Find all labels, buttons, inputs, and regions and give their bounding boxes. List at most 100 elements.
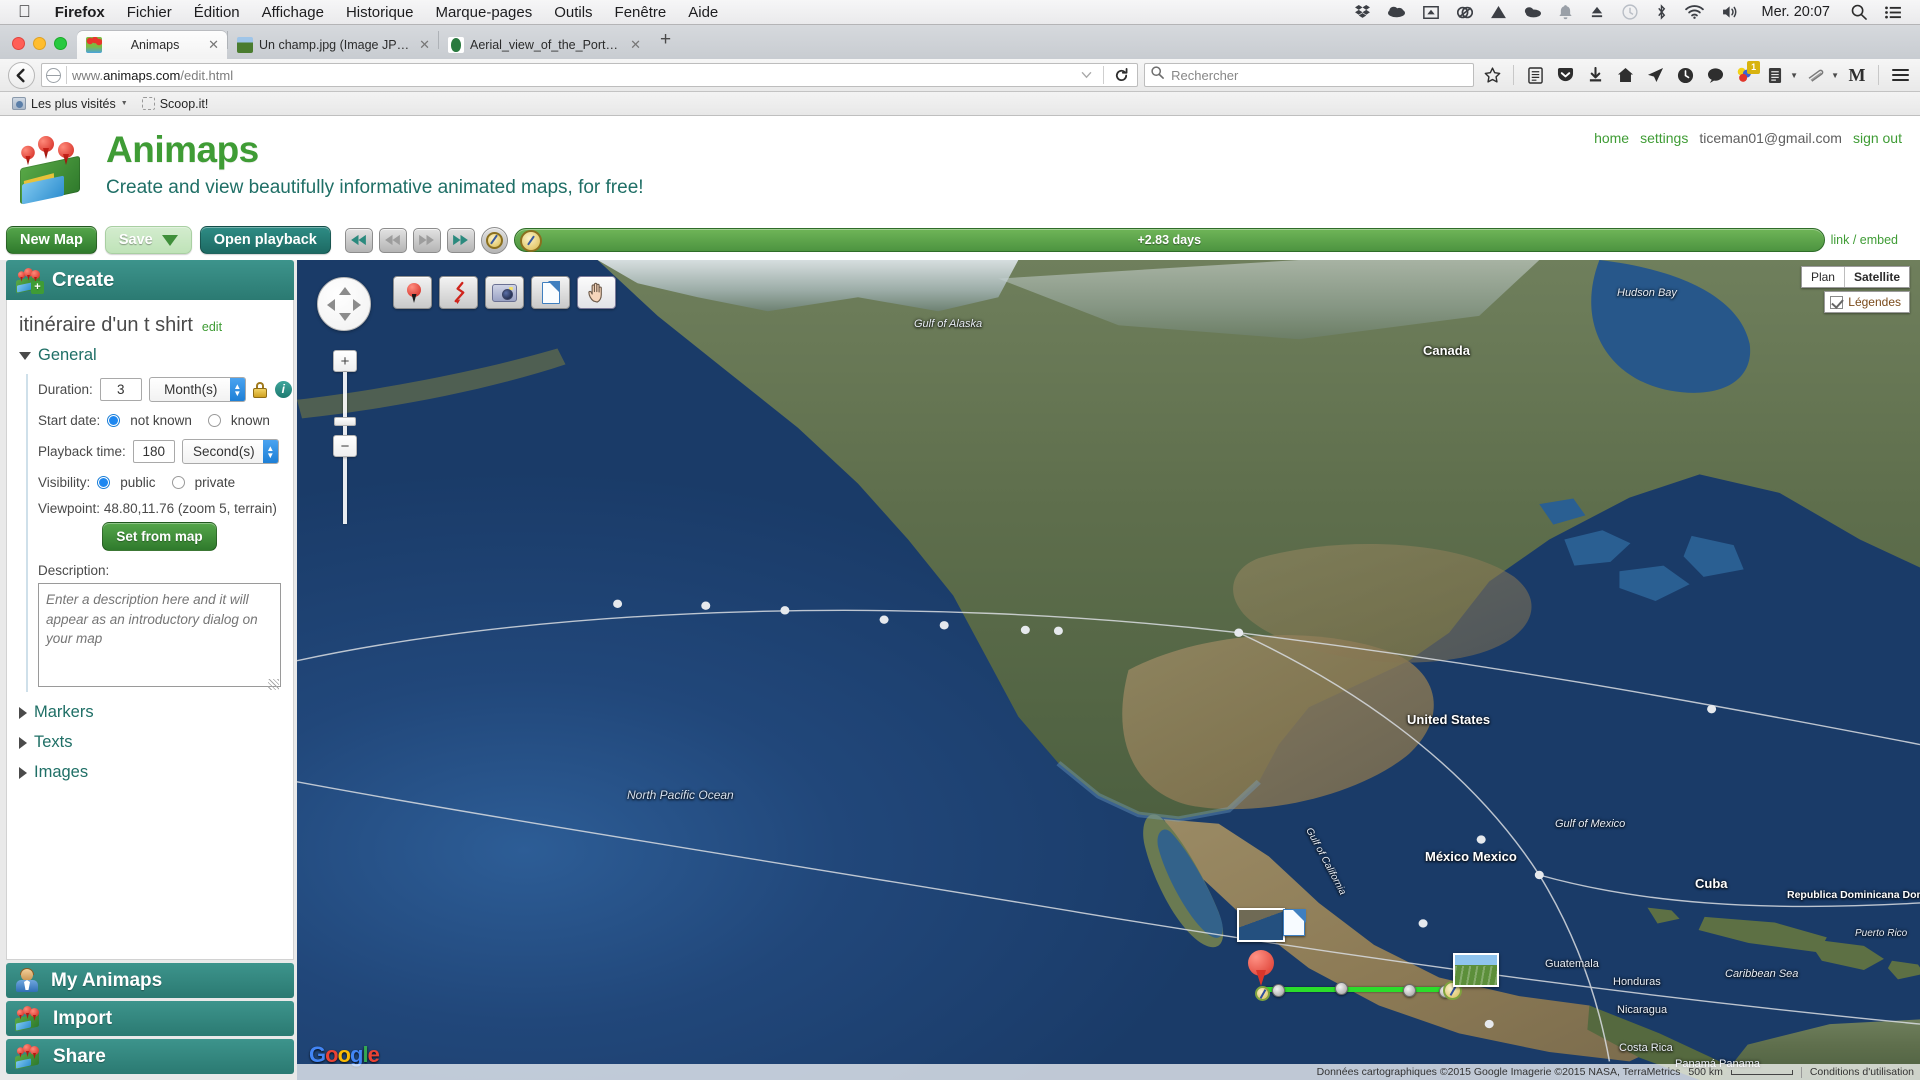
menu-outils[interactable]: Outils	[543, 4, 603, 21]
dropbox-icon[interactable]	[1346, 5, 1379, 19]
section-texts-toggle[interactable]: Texts	[19, 733, 281, 752]
wifi-icon[interactable]	[1676, 5, 1713, 19]
menu-marque-pages[interactable]: Marque-pages	[424, 4, 543, 21]
new-tab-button[interactable]: +	[649, 29, 682, 55]
playback-time-input[interactable]	[132, 440, 175, 463]
rewind-to-start-button[interactable]	[344, 227, 373, 253]
info-icon[interactable]: i	[274, 381, 292, 398]
map-text-marker-icon[interactable]	[1283, 908, 1306, 936]
pan-left-icon[interactable]	[327, 299, 335, 311]
close-tab-icon[interactable]: ✕	[630, 37, 641, 53]
pan-right-icon[interactable]	[353, 299, 361, 311]
bookmark-star-icon[interactable]	[1480, 63, 1504, 87]
import-button[interactable]: Import	[6, 1001, 294, 1036]
menu-aide[interactable]: Aide	[677, 4, 729, 21]
colorpicker-icon[interactable]: 1	[1733, 61, 1761, 87]
nav-settings-link[interactable]: settings	[1640, 130, 1688, 146]
close-tab-icon[interactable]: ✕	[419, 37, 430, 53]
chat-icon[interactable]	[1703, 63, 1727, 87]
history-icon[interactable]	[1673, 63, 1697, 87]
start-date-not-known-radio[interactable]	[107, 414, 121, 427]
pocket-icon[interactable]	[1553, 63, 1577, 87]
legend-checkbox[interactable]	[1830, 295, 1844, 309]
open-playback-button[interactable]: Open playback	[199, 225, 331, 255]
resize-grip-icon[interactable]	[268, 679, 279, 690]
menu-affichage[interactable]: Affichage	[251, 4, 335, 21]
hamburger-menu-icon[interactable]	[1888, 63, 1912, 87]
add-marker-tool[interactable]	[393, 276, 432, 309]
map-image-thumbnail[interactable]	[1237, 908, 1285, 942]
pan-control[interactable]	[317, 277, 371, 331]
back-button[interactable]	[8, 61, 35, 89]
close-tab-icon[interactable]: ✕	[208, 37, 219, 53]
duration-unit-select[interactable]: Month(s) ▲ ▼	[148, 377, 246, 402]
new-map-button[interactable]: New Map	[6, 225, 97, 255]
close-window-button[interactable]	[12, 37, 25, 50]
pan-up-icon[interactable]	[339, 287, 351, 295]
volume-icon[interactable]	[1713, 5, 1749, 19]
zoom-slider-thumb[interactable]	[334, 417, 356, 426]
notification-center-icon[interactable]	[1876, 5, 1910, 19]
zoom-out-button[interactable]: −	[333, 435, 357, 457]
add-path-tool[interactable]	[439, 276, 478, 309]
bell-icon[interactable]	[1550, 4, 1581, 20]
animaps-logo-icon[interactable]	[14, 136, 88, 205]
nav-sign-out-link[interactable]: sign out	[1853, 130, 1902, 146]
onedrive-icon[interactable]	[1515, 6, 1550, 18]
spotlight-search-icon[interactable]	[1842, 4, 1876, 20]
legend-toggle[interactable]: Légendes	[1824, 291, 1910, 313]
creative-cloud-icon[interactable]	[1448, 6, 1482, 19]
save-button[interactable]: Save	[104, 225, 192, 255]
section-general-toggle[interactable]: General	[19, 346, 281, 365]
route-start-pin-icon[interactable]	[1248, 950, 1274, 986]
zoom-in-button[interactable]: +	[333, 350, 357, 372]
minimize-window-button[interactable]	[33, 37, 46, 50]
satellite-imagery[interactable]: Hudson Bay Gulf of Alaska Canada United …	[297, 260, 1920, 1080]
stepper-icon[interactable]: ▲ ▼	[262, 440, 278, 463]
visibility-private-radio[interactable]	[171, 476, 185, 489]
menu-historique[interactable]: Historique	[335, 4, 425, 21]
eject-icon[interactable]	[1581, 5, 1613, 19]
tab-aerial-view[interactable]: Aerial_view_of_the_Port_of_... ✕	[439, 31, 649, 59]
link-embed-link[interactable]: link / embed	[1831, 233, 1910, 247]
timeline-slider[interactable]: +2.83 days	[513, 228, 1825, 252]
search-bar[interactable]: Rechercher	[1144, 63, 1475, 87]
visibility-public-radio[interactable]	[97, 476, 111, 489]
timeline-handle-compass-icon[interactable]	[519, 230, 542, 252]
paperclip-icon[interactable]	[1804, 63, 1828, 87]
maximize-window-button[interactable]	[54, 37, 67, 50]
download-icon[interactable]	[1583, 63, 1607, 87]
time-machine-icon[interactable]	[1613, 4, 1647, 20]
tab-animaps[interactable]: Animaps ✕	[77, 31, 227, 59]
terms-link[interactable]: Conditions d'utilisation	[1810, 1066, 1914, 1078]
share-button[interactable]: Share	[6, 1039, 294, 1074]
tab-un-champ[interactable]: Un champ.jpg (Image JPEG... ✕	[228, 31, 438, 59]
nav-home-link[interactable]: home	[1594, 130, 1629, 146]
menu-edition[interactable]: Édition	[183, 4, 251, 21]
pan-tool[interactable]	[577, 276, 616, 309]
menu-firefox[interactable]: Firefox	[44, 4, 116, 21]
chevron-down-icon[interactable]	[1074, 63, 1098, 87]
route-node[interactable]	[1403, 984, 1416, 997]
apple-icon[interactable]: 	[10, 3, 44, 22]
send-icon[interactable]	[1643, 63, 1667, 87]
menu-bar-clock[interactable]: Mer. 20:07	[1749, 4, 1842, 20]
description-textarea[interactable]	[38, 583, 281, 687]
playback-time-unit-select[interactable]: Second(s) ▲ ▼	[181, 439, 279, 464]
chevron-down-icon[interactable]: ▼	[1831, 71, 1839, 80]
start-date-known-radio[interactable]	[207, 414, 221, 427]
route-current-position-icon[interactable]	[1255, 986, 1270, 1001]
chevron-down-icon[interactable]: ▼	[1790, 71, 1798, 80]
pan-down-icon[interactable]	[339, 313, 351, 321]
triangle-down-icon[interactable]	[161, 234, 178, 246]
set-from-map-button[interactable]: Set from map	[102, 522, 217, 551]
medium-m-icon[interactable]: M	[1845, 63, 1869, 87]
route-node[interactable]	[1335, 982, 1348, 995]
home-icon[interactable]	[1613, 63, 1637, 87]
step-back-button[interactable]	[378, 227, 407, 253]
stepper-icon[interactable]: ▲ ▼	[229, 378, 245, 401]
add-image-tool[interactable]	[485, 276, 524, 309]
map-image-thumbnail[interactable]	[1453, 953, 1499, 987]
map-viewport[interactable]: Hudson Bay Gulf of Alaska Canada United …	[297, 260, 1920, 1080]
reader-mode-icon[interactable]	[1523, 63, 1547, 87]
